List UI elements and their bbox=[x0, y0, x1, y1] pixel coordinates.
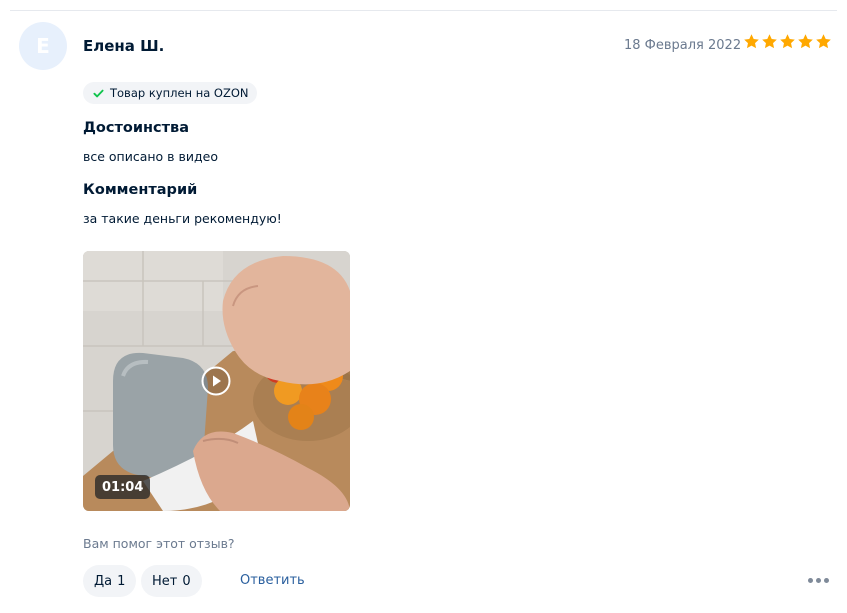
vote-no-button[interactable]: Нет 0 bbox=[141, 565, 202, 597]
vote-no-count: 0 bbox=[182, 573, 191, 589]
more-dot bbox=[824, 578, 829, 583]
vote-yes-button[interactable]: Да 1 bbox=[83, 565, 137, 597]
comment-title: Комментарий bbox=[83, 182, 198, 198]
pros-title: Достоинства bbox=[83, 120, 189, 136]
helpful-question: Вам помог этот отзыв? bbox=[83, 536, 235, 551]
star-icon bbox=[779, 33, 796, 50]
purchase-badge-label: Товар куплен на OZON bbox=[110, 86, 249, 100]
pros-text: все описано в видео bbox=[83, 149, 218, 164]
check-icon bbox=[93, 88, 104, 99]
review-date: 18 Февраля 2022 bbox=[624, 38, 742, 53]
reply-link[interactable]: Ответить bbox=[240, 573, 305, 588]
purchase-badge: Товар куплен на OZON bbox=[83, 82, 257, 104]
star-icon bbox=[743, 33, 760, 50]
avatar-initial: Е bbox=[36, 34, 50, 58]
avatar: Е bbox=[19, 22, 67, 70]
comment-text: за такие деньги рекомендую! bbox=[83, 211, 282, 226]
video-thumbnail[interactable]: 01:04 bbox=[83, 251, 350, 511]
vote-yes-label: Да bbox=[94, 573, 113, 589]
rating-stars bbox=[743, 33, 832, 50]
video-duration: 01:04 bbox=[95, 475, 151, 499]
author-name: Елена Ш. bbox=[83, 37, 165, 55]
more-dots-icon[interactable] bbox=[808, 578, 830, 584]
vote-no-label: Нет bbox=[152, 573, 178, 589]
top-divider bbox=[10, 10, 837, 11]
star-icon bbox=[797, 33, 814, 50]
star-icon bbox=[815, 33, 832, 50]
more-dot bbox=[808, 578, 813, 583]
play-icon[interactable] bbox=[201, 366, 231, 396]
vote-yes-count: 1 bbox=[117, 573, 126, 589]
star-icon bbox=[761, 33, 778, 50]
more-dot bbox=[816, 578, 821, 583]
